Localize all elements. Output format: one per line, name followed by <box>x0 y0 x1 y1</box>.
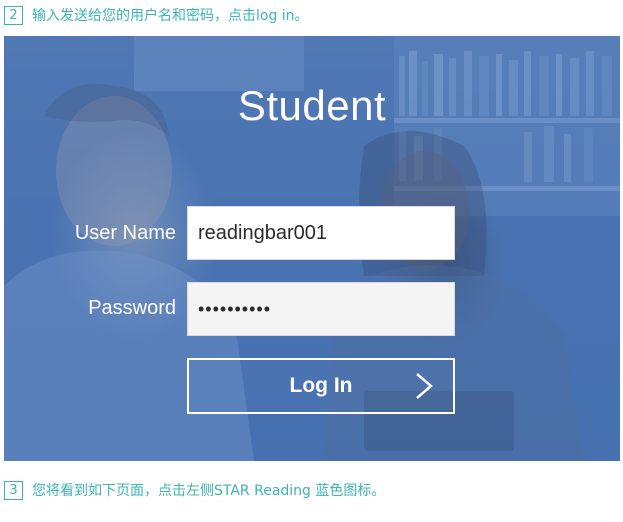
step-2-instruction: 2 输入发送给您的用户名和密码，点击log in。 <box>4 4 309 26</box>
username-label: User Name <box>74 222 176 244</box>
password-input[interactable]: •••••••••• <box>187 282 455 336</box>
chevron-right-icon <box>416 373 433 399</box>
step-3-instruction: 3 您将看到如下页面，点击左侧STAR Reading 蓝色图标。 <box>4 479 385 501</box>
step-text: 输入发送给您的用户名和密码，点击log in。 <box>32 8 309 24</box>
student-login-panel: Student User Name readingbar001 Password… <box>4 36 620 461</box>
login-button[interactable]: Log In <box>187 358 455 414</box>
login-title: Student <box>237 82 387 129</box>
username-input[interactable]: readingbar001 <box>187 206 455 260</box>
step-number-badge: 2 <box>4 5 23 25</box>
step-text: 您将看到如下页面，点击左侧STAR Reading 蓝色图标。 <box>32 483 386 499</box>
step-number-badge: 3 <box>4 480 23 500</box>
login-button-label: Log In <box>289 374 353 397</box>
password-label: Password <box>88 297 176 319</box>
